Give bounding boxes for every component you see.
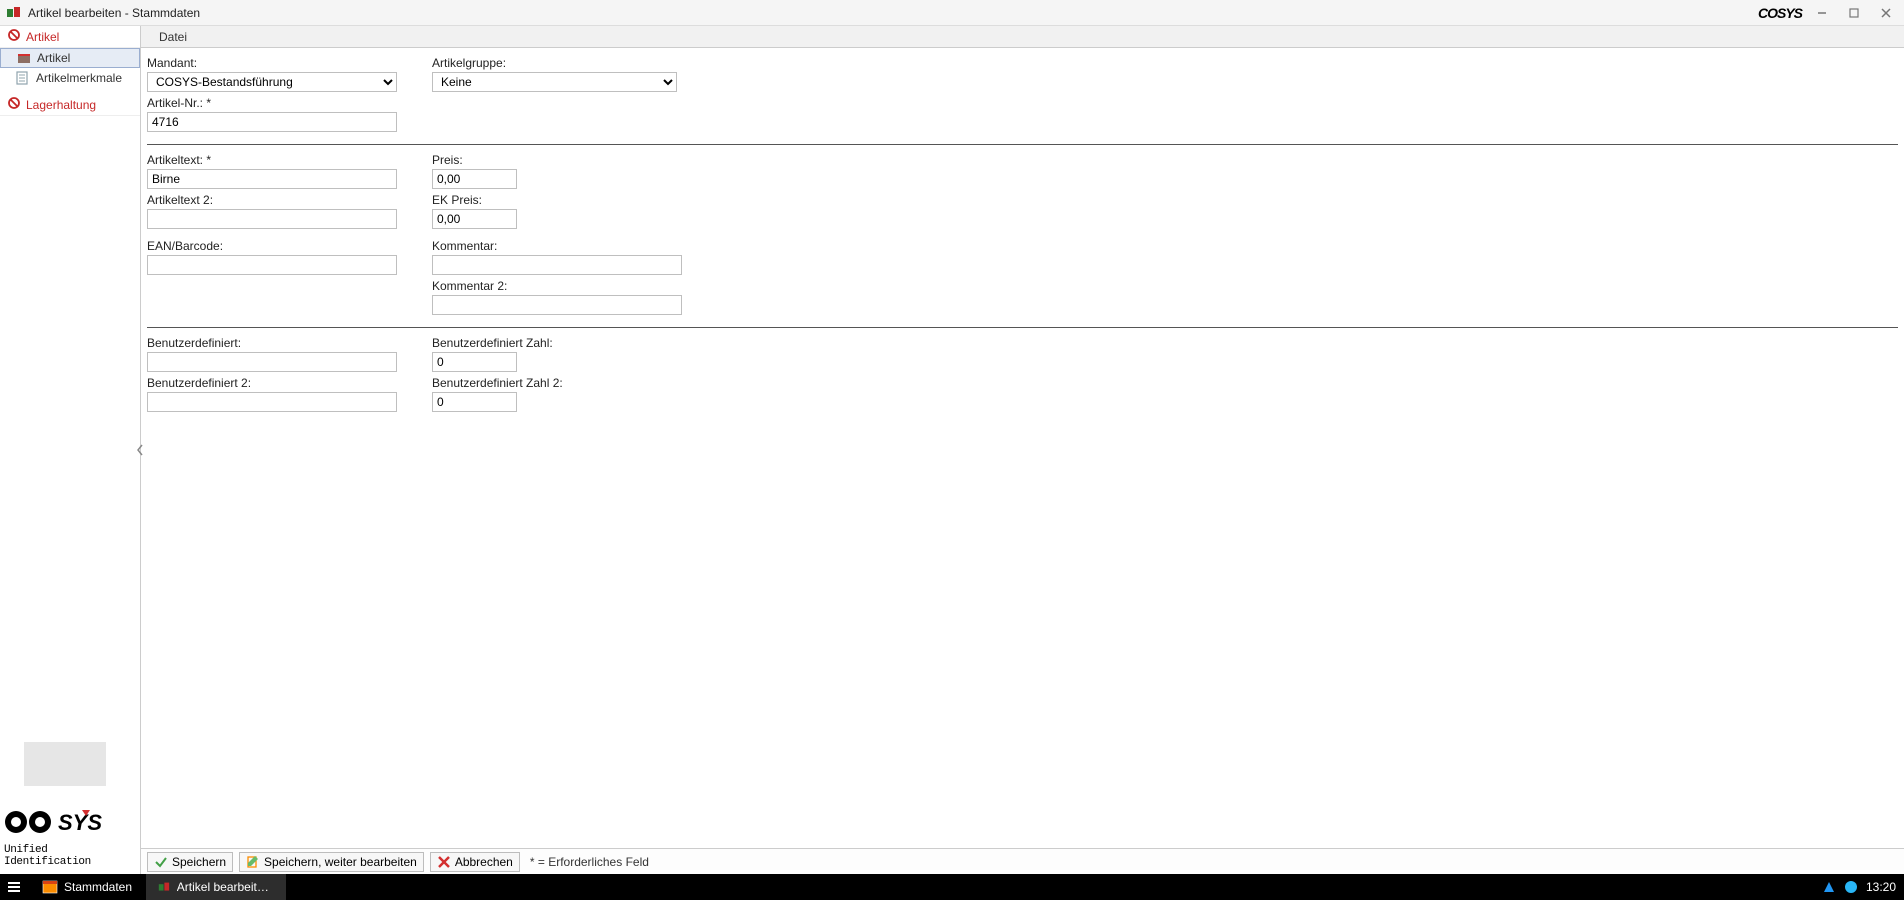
logo-placeholder [24, 742, 106, 786]
cosys-logo-image: SYS [4, 802, 134, 842]
select-mandant[interactable]: COSYS-Bestandsführung [147, 72, 397, 92]
section-separator [147, 327, 1898, 328]
list-icon [16, 71, 30, 85]
box-icon [17, 51, 31, 65]
nav-group-lagerhaltung-label: Lagerhaltung [26, 98, 96, 112]
input-preis[interactable] [432, 169, 517, 189]
label-artikeltext2: Artikeltext 2: [147, 193, 412, 207]
titlebar: Artikel bearbeiten - Stammdaten COSYS [0, 0, 1904, 26]
nav-group-artikel-label: Artikel [26, 30, 59, 44]
label-benutzerzahl2: Benutzerdefiniert Zahl 2: [432, 376, 697, 390]
save-continue-button[interactable]: Speichern, weiter bearbeiten [239, 852, 424, 872]
menubar: Datei [141, 26, 1904, 48]
window-title: Artikel bearbeiten - Stammdaten [28, 6, 200, 20]
cancel-icon [437, 855, 451, 869]
nav-group-artikel[interactable]: Artikel [0, 26, 140, 48]
deny-icon [8, 29, 20, 44]
input-artikeltext[interactable] [147, 169, 397, 189]
label-preis: Preis: [432, 153, 697, 167]
close-button[interactable] [1874, 3, 1898, 23]
input-benutzer[interactable] [147, 352, 397, 372]
input-ekpreis[interactable] [432, 209, 517, 229]
taskbar-item-artikel[interactable]: Artikel bearbeiten - S... [146, 874, 286, 900]
required-hint: * = Erforderliches Feld [530, 855, 649, 869]
sidebar: Artikel Artikel Artikelmerkmale Lagerhal… [0, 26, 141, 874]
nav-item-artikelmerkmale[interactable]: Artikelmerkmale [0, 68, 140, 88]
taskbar-item-artikel-label: Artikel bearbeiten - S... [177, 880, 274, 894]
label-benutzer: Benutzerdefiniert: [147, 336, 412, 350]
cancel-button-label: Abbrechen [455, 855, 513, 869]
sidebar-logo-area: SYS Unified Identification [0, 798, 140, 874]
label-artikelgruppe: Artikelgruppe: [432, 56, 697, 70]
footer-bar: Speichern Speichern, weiter bearbeiten A… [141, 848, 1904, 874]
label-benutzerzahl: Benutzerdefiniert Zahl: [432, 336, 697, 350]
form-area: Mandant: COSYS-Bestandsführung Artikel-N… [141, 48, 1904, 848]
label-benutzer2: Benutzerdefiniert 2: [147, 376, 412, 390]
section-separator [147, 144, 1898, 145]
input-benutzerzahl[interactable] [432, 352, 517, 372]
tray-icon-1[interactable] [1822, 880, 1836, 894]
svg-text:SYS: SYS [58, 810, 102, 835]
deny-icon [8, 97, 20, 112]
taskbar-item-stammdaten-label: Stammdaten [64, 880, 132, 894]
nav-item-artikelmerkmale-label: Artikelmerkmale [36, 71, 122, 85]
taskbar-clock: 13:20 [1866, 880, 1896, 894]
logo-tagline: Unified Identification [4, 844, 136, 868]
input-kommentar[interactable] [432, 255, 682, 275]
input-ean[interactable] [147, 255, 397, 275]
window-icon [42, 879, 58, 895]
label-kommentar: Kommentar: [432, 239, 697, 253]
app-icon [6, 5, 22, 21]
nav-item-artikel[interactable]: Artikel [0, 48, 140, 68]
taskbar-item-stammdaten[interactable]: Stammdaten [30, 874, 144, 900]
content-area: Datei Mandant: COSYS-Bestandsführung Art… [141, 26, 1904, 874]
nav-group-lagerhaltung[interactable]: Lagerhaltung [0, 94, 140, 116]
nav-item-artikel-label: Artikel [37, 51, 70, 65]
label-ekpreis: EK Preis: [432, 193, 697, 207]
save-button-label: Speichern [172, 855, 226, 869]
edit-icon [246, 855, 260, 869]
app-icon [158, 879, 171, 895]
taskbar: Stammdaten Artikel bearbeiten - S... 13:… [0, 874, 1904, 900]
minimize-button[interactable] [1810, 3, 1834, 23]
label-kommentar2: Kommentar 2: [432, 279, 697, 293]
cancel-button[interactable]: Abbrechen [430, 852, 520, 872]
sidebar-collapse-handle[interactable] [135, 430, 145, 470]
brand-logo: COSYS [1758, 5, 1802, 21]
input-benutzer2[interactable] [147, 392, 397, 412]
tray-icon-2[interactable] [1844, 880, 1858, 894]
label-artikeltext: Artikeltext: * [147, 153, 412, 167]
maximize-button[interactable] [1842, 3, 1866, 23]
start-button[interactable] [0, 874, 28, 900]
save-continue-button-label: Speichern, weiter bearbeiten [264, 855, 417, 869]
save-button[interactable]: Speichern [147, 852, 233, 872]
label-artikelnr: Artikel-Nr.: * [147, 96, 412, 110]
label-mandant: Mandant: [147, 56, 412, 70]
input-artikelnr[interactable] [147, 112, 397, 132]
input-artikeltext2[interactable] [147, 209, 397, 229]
input-kommentar2[interactable] [432, 295, 682, 315]
input-benutzerzahl2[interactable] [432, 392, 517, 412]
check-icon [154, 855, 168, 869]
select-artikelgruppe[interactable]: Keine [432, 72, 677, 92]
menu-datei[interactable]: Datei [151, 28, 195, 46]
label-ean: EAN/Barcode: [147, 239, 412, 253]
